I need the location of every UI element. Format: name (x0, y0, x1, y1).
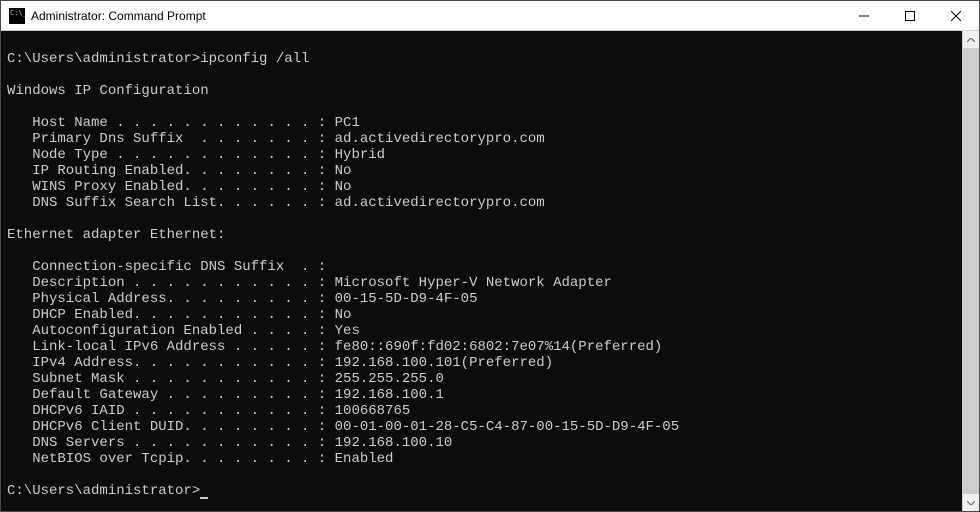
close-button[interactable] (933, 1, 979, 31)
maximize-icon (905, 11, 915, 21)
command-text: ipconfig /all (200, 51, 309, 67)
adapter-line: Subnet Mask . . . . . . . . . . . : 255.… (7, 371, 962, 387)
prompt-path: C:\Users\administrator> (7, 51, 200, 67)
config-line: Host Name . . . . . . . . . . . . : PC1 (7, 115, 962, 131)
config-line: IP Routing Enabled. . . . . . . . : No (7, 163, 962, 179)
chevron-down-icon (967, 501, 975, 505)
config-line: WINS Proxy Enabled. . . . . . . . : No (7, 179, 962, 195)
adapter-line: Connection-specific DNS Suffix . : (7, 259, 962, 275)
prompt-path: C:\Users\administrator> (7, 483, 200, 499)
vertical-scrollbar[interactable] (962, 31, 979, 511)
adapter-line: DHCP Enabled. . . . . . . . . . . : No (7, 307, 962, 323)
scrollbar-down-button[interactable] (963, 494, 979, 511)
cmd-icon (9, 8, 25, 24)
content-area: C:\Users\administrator>ipconfig /all Win… (1, 31, 979, 511)
scrollbar-up-button[interactable] (963, 31, 979, 48)
adapter-line: DNS Servers . . . . . . . . . . . : 192.… (7, 435, 962, 451)
window-title: Administrator: Command Prompt (31, 9, 206, 23)
scrollbar-thumb[interactable] (963, 48, 979, 494)
minimize-button[interactable] (841, 1, 887, 31)
adapter-line: Physical Address. . . . . . . . . : 00-1… (7, 291, 962, 307)
config-line: Node Type . . . . . . . . . . . . : Hybr… (7, 147, 962, 163)
adapter-line: Default Gateway . . . . . . . . . : 192.… (7, 387, 962, 403)
blank-line (7, 35, 962, 51)
minimize-icon (859, 11, 869, 21)
blank-line (7, 467, 962, 483)
blank-line (7, 243, 962, 259)
close-icon (951, 11, 961, 21)
cursor (200, 485, 208, 499)
adapter-line: DHCPv6 IAID . . . . . . . . . . . : 1006… (7, 403, 962, 419)
section-header: Windows IP Configuration (7, 83, 962, 99)
adapter-line: Link-local IPv6 Address . . . . . : fe80… (7, 339, 962, 355)
prompt-line: C:\Users\administrator> (7, 483, 962, 499)
scrollbar-track[interactable] (963, 48, 979, 494)
blank-line (7, 211, 962, 227)
cmd-window: Administrator: Command Prompt C:\Users\a… (0, 0, 980, 512)
terminal-output[interactable]: C:\Users\administrator>ipconfig /all Win… (1, 31, 962, 511)
blank-line (7, 67, 962, 83)
maximize-button[interactable] (887, 1, 933, 31)
adapter-line: IPv4 Address. . . . . . . . . . . : 192.… (7, 355, 962, 371)
titlebar: Administrator: Command Prompt (1, 1, 979, 31)
adapter-header: Ethernet adapter Ethernet: (7, 227, 962, 243)
adapter-line: DHCPv6 Client DUID. . . . . . . . : 00-0… (7, 419, 962, 435)
adapter-line: Autoconfiguration Enabled . . . . : Yes (7, 323, 962, 339)
adapter-line: NetBIOS over Tcpip. . . . . . . . : Enab… (7, 451, 962, 467)
blank-line (7, 99, 962, 115)
chevron-up-icon (967, 38, 975, 42)
config-line: DNS Suffix Search List. . . . . . : ad.a… (7, 195, 962, 211)
prompt-line: C:\Users\administrator>ipconfig /all (7, 51, 962, 67)
adapter-line: Description . . . . . . . . . . . : Micr… (7, 275, 962, 291)
config-line: Primary Dns Suffix . . . . . . . : ad.ac… (7, 131, 962, 147)
